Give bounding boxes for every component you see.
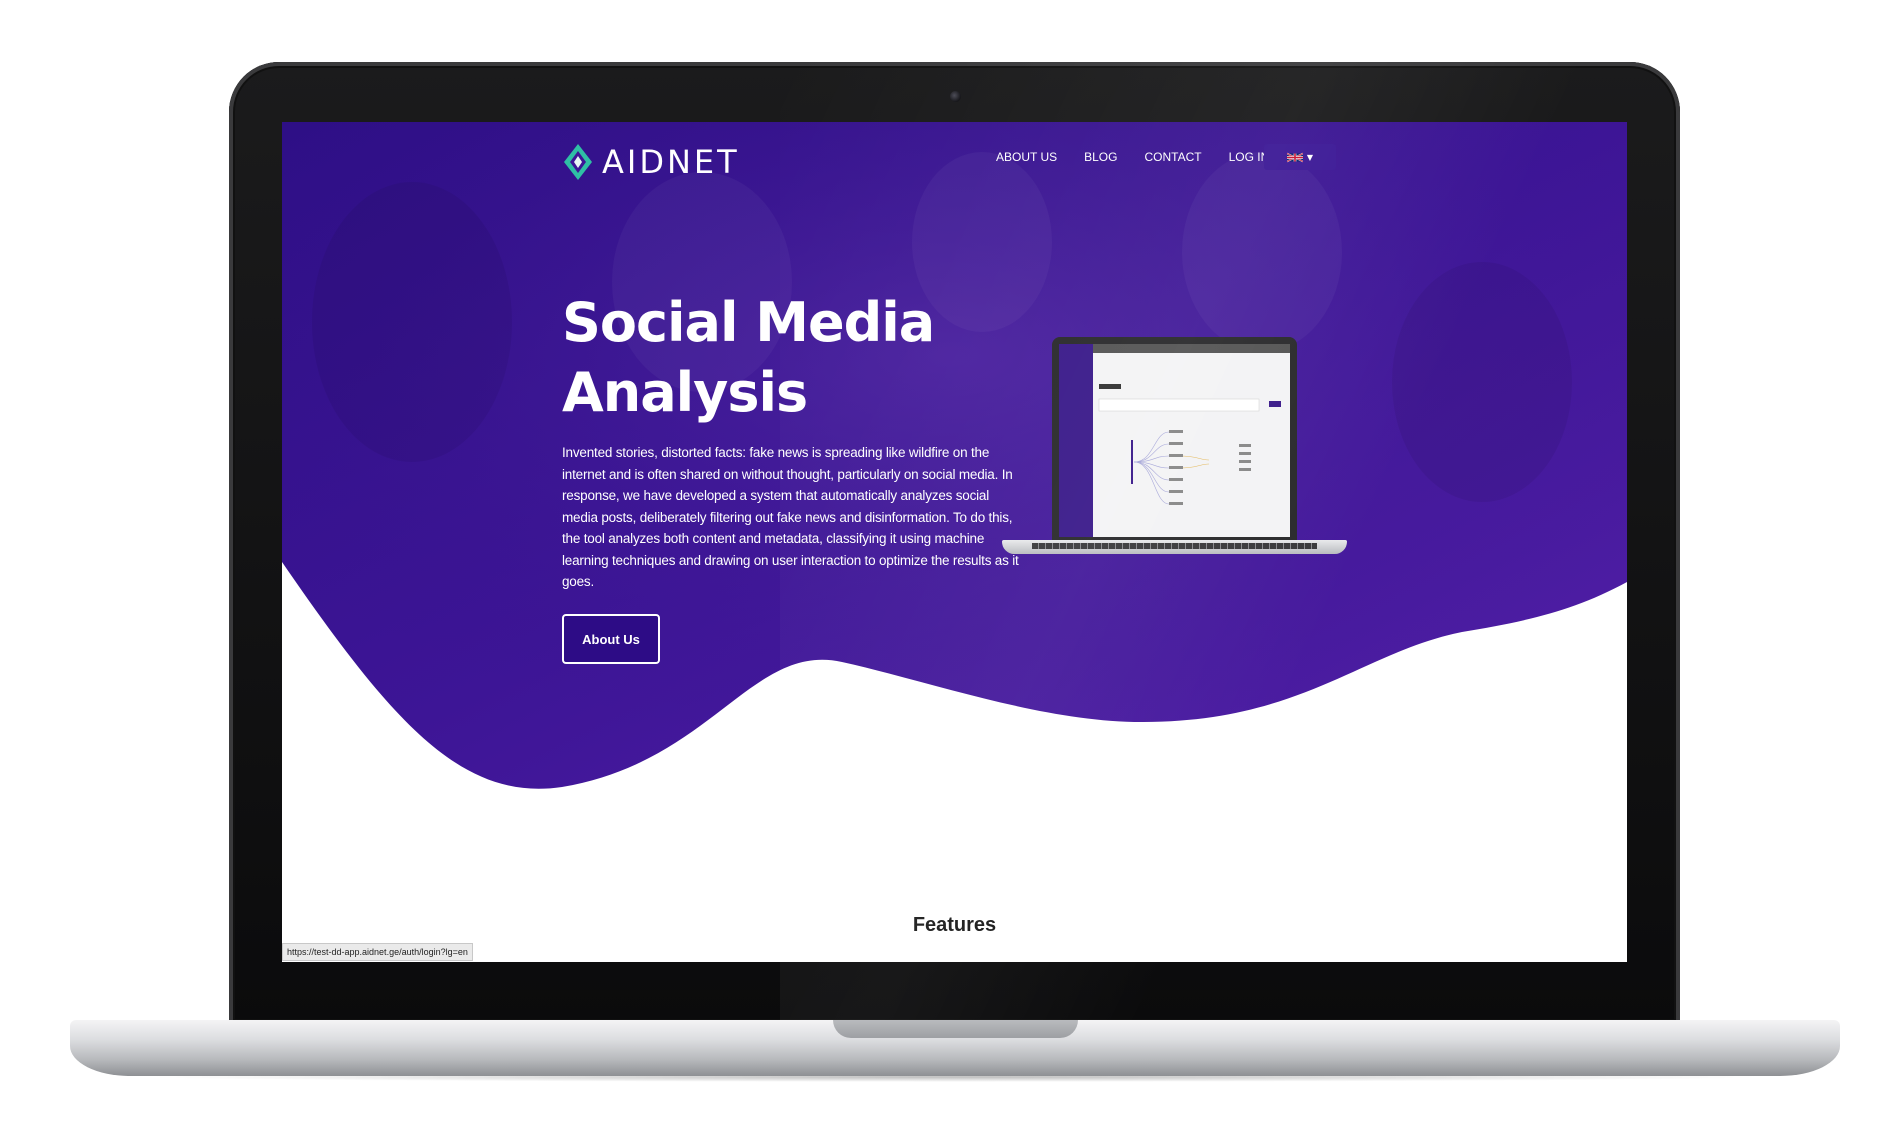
logo-text: AIDNET <box>602 143 740 181</box>
preview-tree-graph <box>1098 384 1281 505</box>
preview-app-screen <box>1059 344 1290 537</box>
about-us-button[interactable]: About Us <box>562 614 660 664</box>
nav-blog[interactable]: BLOG <box>1084 150 1117 164</box>
nav-about-us[interactable]: ABOUT US <box>996 150 1057 164</box>
laptop-mockup: AIDNET ABOUT US BLOG CONTACT LOG IN ▼ So… <box>0 0 1895 1139</box>
webcam-icon <box>950 91 961 102</box>
main-nav: ABOUT US BLOG CONTACT LOG IN <box>996 150 1296 164</box>
laptop-opening-notch <box>833 1020 1078 1038</box>
language-selector[interactable]: ▼ <box>1264 144 1336 170</box>
chevron-down-icon: ▼ <box>1306 152 1314 162</box>
nav-contact[interactable]: CONTACT <box>1144 150 1201 164</box>
site-logo[interactable]: AIDNET <box>562 142 740 182</box>
features-heading: Features <box>912 914 997 936</box>
uk-flag-icon <box>1286 152 1303 162</box>
status-bar-url: https://test-dd-app.aidnet.ge/auth/login… <box>282 943 473 961</box>
hero-title: Social Media Analysis <box>562 291 935 424</box>
aidnet-diamond-logo-icon <box>564 144 592 180</box>
browser-viewport: AIDNET ABOUT US BLOG CONTACT LOG IN ▼ So… <box>282 122 1627 962</box>
preview-keyboard <box>1032 543 1317 549</box>
hero-description: Invented stories, distorted facts: fake … <box>562 445 1019 589</box>
